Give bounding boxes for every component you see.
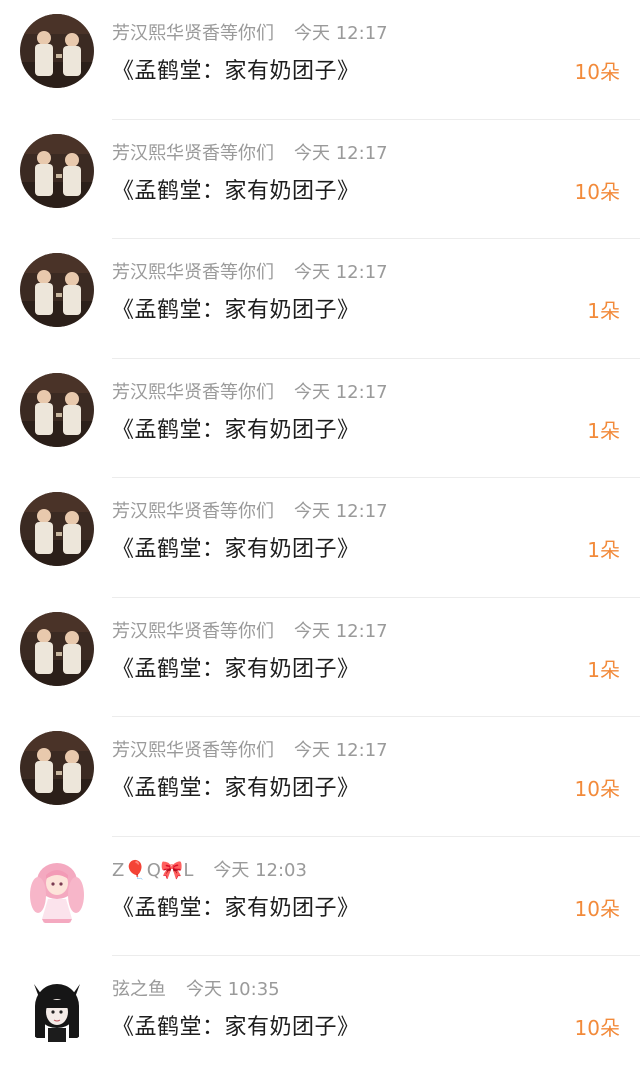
timestamp: 今天 12:17 [294, 620, 388, 642]
list-item[interactable]: 芳汉熙华贤香等你们 今天 12:17 《孟鹤堂：家有奶团子》 1朵 [0, 598, 640, 717]
list-item[interactable]: 芳汉熙华贤香等你们 今天 12:17 《孟鹤堂：家有奶团子》 1朵 [0, 478, 640, 598]
work-title[interactable]: 《孟鹤堂：家有奶团子》 [112, 56, 360, 88]
work-title[interactable]: 《孟鹤堂：家有奶团子》 [112, 295, 360, 327]
item-meta: 芳汉熙华贤香等你们 今天 12:17 [112, 261, 388, 285]
item-meta: 芳汉熙华贤香等你们 今天 12:17 [112, 381, 388, 405]
item-meta: 芳汉熙华贤香等你们 今天 12:17 [112, 739, 388, 763]
list-item[interactable]: 芳汉熙华贤香等你们 今天 12:17 《孟鹤堂：家有奶团子》 10朵 [0, 717, 640, 837]
timestamp: 今天 12:17 [294, 262, 388, 283]
flower-count: 10朵 [574, 60, 620, 84]
flower-count: 1朵 [587, 657, 620, 682]
work-title[interactable]: 《孟鹤堂：家有奶团子》 [112, 893, 360, 925]
avatar[interactable] [20, 731, 94, 805]
item-meta: 芳汉熙华贤香等你们 今天 12:17 [112, 142, 388, 166]
item-meta: Z🎈Q🎀L 今天 12:03 [112, 859, 307, 883]
list-item[interactable]: 芳汉熙华贤香等你们 今天 12:17 《孟鹤堂：家有奶团子》 10朵 [0, 0, 640, 120]
list-item[interactable]: 芳汉熙华贤香等你们 今天 12:17 《孟鹤堂：家有奶团子》 1朵 [0, 359, 640, 478]
avatar[interactable] [20, 372, 94, 447]
sender-name[interactable]: Z🎈Q🎀L [112, 860, 193, 881]
flower-count: 10朵 [574, 896, 620, 921]
avatar[interactable] [20, 850, 94, 925]
timestamp: 今天 12:17 [294, 740, 388, 761]
gift-list: 芳汉熙华贤香等你们 今天 12:17 《孟鹤堂：家有奶团子》 10朵 芳汉熙华贤香… [0, 0, 640, 1076]
sender-name[interactable]: 芳汉熙华贤香等你们 [112, 740, 274, 761]
sender-name[interactable]: 芳汉熙华贤香等你们 [112, 143, 274, 164]
sender-name[interactable]: 芳汉熙华贤香等你们 [112, 382, 274, 403]
item-meta: 芳汉熙华贤香等你们 今天 12:17 [112, 22, 388, 46]
flower-count: 1朵 [587, 418, 620, 443]
list-item[interactable]: 弦之鱼 今天 10:35 《孟鹤堂：家有奶团子》 10朵 [0, 956, 640, 1076]
work-title[interactable]: 《孟鹤堂：家有奶团子》 [112, 415, 360, 447]
flower-count: 10朵 [574, 179, 620, 204]
avatar[interactable] [20, 970, 94, 1044]
timestamp: 今天 12:17 [294, 381, 388, 403]
flower-count: 1朵 [587, 299, 620, 323]
item-meta: 芳汉熙华贤香等你们 今天 12:17 [112, 500, 388, 524]
sender-name[interactable]: 芳汉熙华贤香等你们 [112, 262, 274, 283]
work-title[interactable]: 《孟鹤堂：家有奶团子》 [112, 176, 360, 208]
sender-name[interactable]: 芳汉熙华贤香等你们 [112, 23, 274, 44]
timestamp: 今天 12:03 [213, 859, 307, 881]
timestamp: 今天 12:17 [294, 501, 388, 522]
list-item[interactable]: 芳汉熙华贤香等你们 今天 12:17 《孟鹤堂：家有奶团子》 10朵 [0, 120, 640, 239]
avatar[interactable] [20, 133, 94, 208]
work-title[interactable]: 《孟鹤堂：家有奶团子》 [112, 1012, 360, 1044]
avatar[interactable] [20, 14, 94, 88]
flower-count: 10朵 [574, 1016, 620, 1040]
work-title[interactable]: 《孟鹤堂：家有奶团子》 [112, 534, 360, 566]
work-title[interactable]: 《孟鹤堂：家有奶团子》 [112, 773, 360, 805]
sender-name[interactable]: 芳汉熙华贤香等你们 [112, 501, 274, 522]
sender-name[interactable]: 芳汉熙华贤香等你们 [112, 621, 274, 642]
work-title[interactable]: 《孟鹤堂：家有奶团子》 [112, 654, 360, 686]
timestamp: 今天 12:17 [294, 23, 388, 44]
sender-name[interactable]: 弦之鱼 [112, 979, 166, 1000]
avatar[interactable] [20, 253, 94, 327]
avatar[interactable] [20, 492, 94, 566]
flower-count: 10朵 [574, 777, 620, 801]
item-meta: 弦之鱼 今天 10:35 [112, 978, 280, 1002]
list-item[interactable]: Z🎈Q🎀L 今天 12:03 《孟鹤堂：家有奶团子》 10朵 [0, 837, 640, 956]
avatar[interactable] [20, 611, 94, 686]
list-item[interactable]: 芳汉熙华贤香等你们 今天 12:17 《孟鹤堂：家有奶团子》 1朵 [0, 239, 640, 359]
timestamp: 今天 12:17 [294, 142, 388, 164]
flower-count: 1朵 [587, 538, 620, 562]
timestamp: 今天 10:35 [186, 979, 280, 1000]
item-meta: 芳汉熙华贤香等你们 今天 12:17 [112, 620, 388, 644]
